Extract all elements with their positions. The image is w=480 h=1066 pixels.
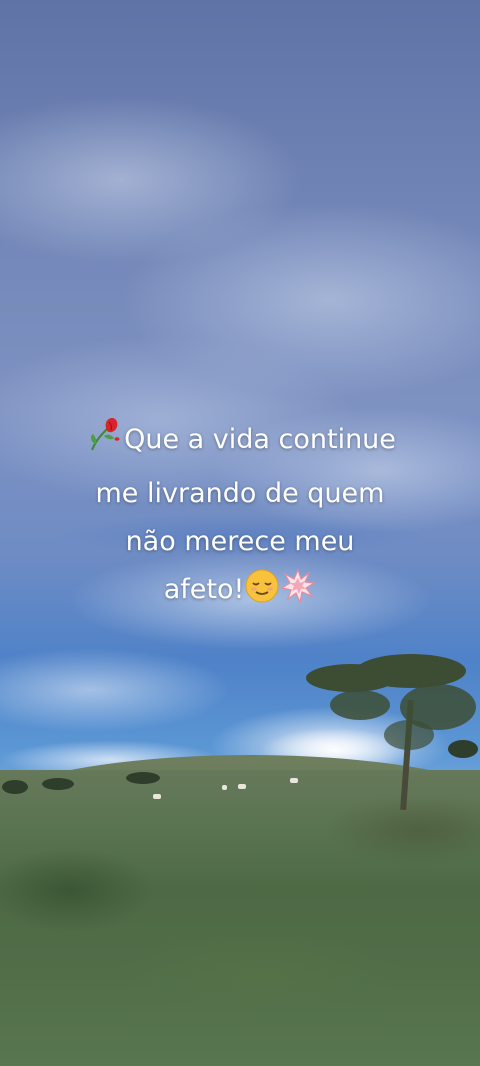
shrub: [42, 778, 74, 790]
grazing-animal: [153, 794, 161, 799]
grazing-animal: [238, 784, 246, 789]
wilted-rose-emoji: [84, 414, 124, 470]
tree-canopy: [356, 654, 466, 688]
caption-line-1: Que a vida continue: [40, 414, 440, 470]
anger-symbol-emoji: [280, 568, 317, 620]
overlay-caption: Que a vida continue me livrando de quem …: [40, 414, 440, 620]
grazing-animal: [222, 785, 227, 790]
tree-canopy: [330, 690, 390, 720]
grazing-animal: [290, 778, 298, 783]
shrub: [2, 780, 28, 794]
grass-field: [0, 770, 480, 1066]
relieved-face-emoji: [244, 568, 280, 620]
caption-line-3: não merece meu: [125, 526, 355, 557]
shrub: [448, 740, 478, 758]
caption-line-4: afeto!: [40, 566, 440, 620]
tree-canopy: [384, 720, 434, 750]
photo-background: Que a vida continue me livrando de quem …: [0, 0, 480, 1066]
caption-line-2: me livrando de quem: [95, 478, 385, 509]
shrub: [126, 772, 160, 784]
